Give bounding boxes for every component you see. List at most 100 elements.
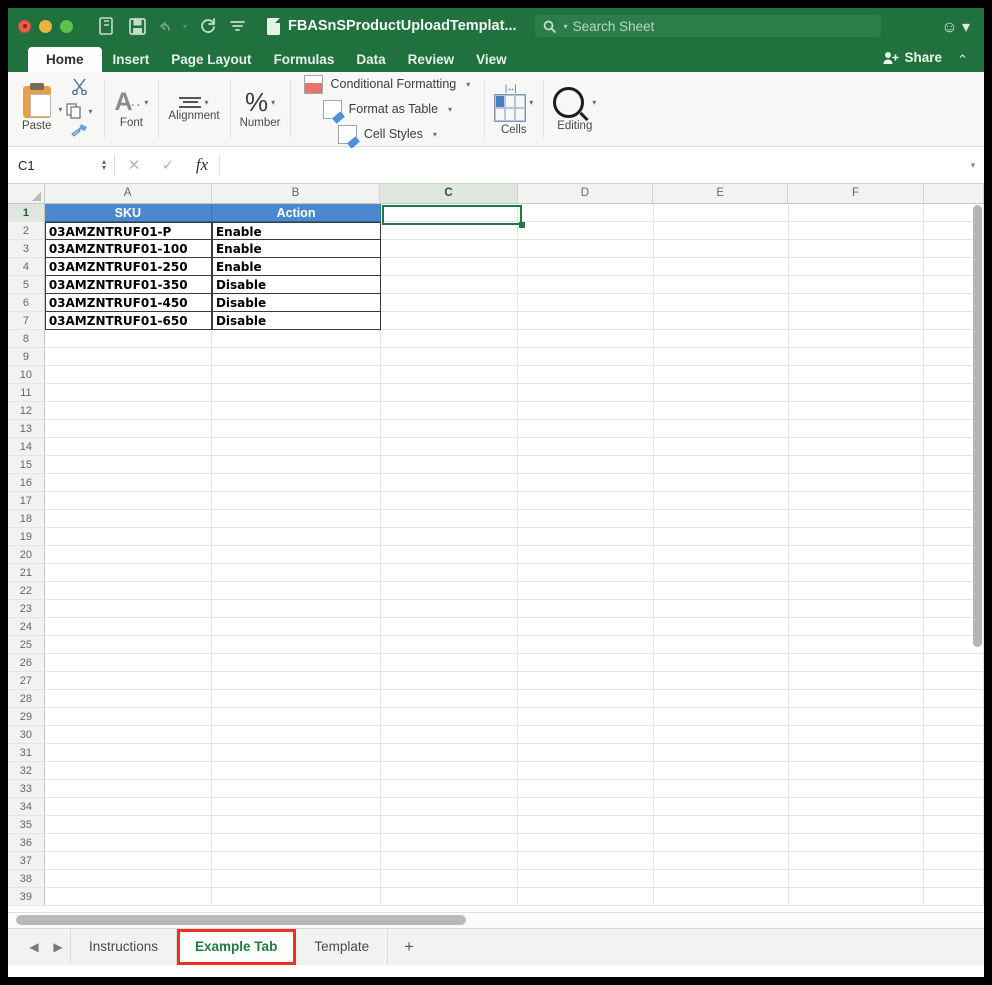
- table-row[interactable]: 12: [8, 402, 984, 420]
- paste-button[interactable]: Paste: [22, 86, 51, 132]
- cell-D4[interactable]: [518, 258, 653, 276]
- name-box[interactable]: C1 ▴▾: [18, 158, 112, 173]
- table-row[interactable]: 15: [8, 456, 984, 474]
- row-header-29[interactable]: 29: [8, 708, 45, 726]
- ribbon-group-editing[interactable]: ▾ Editing: [543, 72, 606, 146]
- row-header-16[interactable]: 16: [8, 474, 45, 492]
- cell-A20[interactable]: [45, 546, 212, 564]
- cell-D10[interactable]: [518, 366, 653, 384]
- cell-A29[interactable]: [45, 708, 212, 726]
- cell-C8[interactable]: [381, 330, 518, 348]
- cell-B26[interactable]: [212, 654, 381, 672]
- cell-G28[interactable]: [924, 690, 984, 708]
- cell-C10[interactable]: [381, 366, 518, 384]
- cell-A5[interactable]: 03AMZNTRUF01-350: [45, 276, 212, 294]
- cell-D32[interactable]: [518, 762, 653, 780]
- cell-E26[interactable]: [654, 654, 789, 672]
- row-header-30[interactable]: 30: [8, 726, 45, 744]
- formula-expand-icon[interactable]: ▾: [962, 160, 984, 171]
- cell-A16[interactable]: [45, 474, 212, 492]
- cell-D28[interactable]: [518, 690, 653, 708]
- next-sheet-icon[interactable]: ▶: [46, 940, 70, 954]
- cell-E34[interactable]: [654, 798, 789, 816]
- grid-rows[interactable]: 1SKUAction203AMZNTRUF01-PEnable303AMZNTR…: [8, 204, 984, 906]
- row-header-31[interactable]: 31: [8, 744, 45, 762]
- cell-D1[interactable]: [518, 204, 653, 222]
- cell-C29[interactable]: [381, 708, 518, 726]
- cell-C11[interactable]: [381, 384, 518, 402]
- table-row[interactable]: 18: [8, 510, 984, 528]
- cell-A31[interactable]: [45, 744, 212, 762]
- cell-A24[interactable]: [45, 618, 212, 636]
- cell-A10[interactable]: [45, 366, 212, 384]
- table-row[interactable]: 38: [8, 870, 984, 888]
- check-icon[interactable]: ✓: [151, 156, 185, 174]
- cell-B35[interactable]: [212, 816, 381, 834]
- cell-E38[interactable]: [654, 870, 789, 888]
- column-header-b[interactable]: B: [212, 184, 381, 203]
- cell-C30[interactable]: [381, 726, 518, 744]
- cell-G37[interactable]: [924, 852, 984, 870]
- cell-C2[interactable]: [381, 222, 518, 240]
- cell-F4[interactable]: [789, 258, 924, 276]
- cell-C6[interactable]: [381, 294, 518, 312]
- row-header-35[interactable]: 35: [8, 816, 45, 834]
- cell-B23[interactable]: [212, 600, 381, 618]
- cell-A22[interactable]: [45, 582, 212, 600]
- table-row[interactable]: 8: [8, 330, 984, 348]
- cell-B25[interactable]: [212, 636, 381, 654]
- cell-E28[interactable]: [654, 690, 789, 708]
- cell-E37[interactable]: [654, 852, 789, 870]
- row-header-26[interactable]: 26: [8, 654, 45, 672]
- table-row[interactable]: 11: [8, 384, 984, 402]
- cell-G32[interactable]: [924, 762, 984, 780]
- cell-F12[interactable]: [789, 402, 924, 420]
- cell-G38[interactable]: [924, 870, 984, 888]
- cell-A28[interactable]: [45, 690, 212, 708]
- tab-home[interactable]: Home: [28, 47, 102, 72]
- cell-A12[interactable]: [45, 402, 212, 420]
- cell-A1[interactable]: SKU: [45, 204, 212, 222]
- copy-button[interactable]: ▾: [66, 103, 92, 119]
- close-window-button[interactable]: [18, 20, 31, 33]
- table-row[interactable]: 19: [8, 528, 984, 546]
- cell-D14[interactable]: [518, 438, 653, 456]
- cell-A18[interactable]: [45, 510, 212, 528]
- row-header-28[interactable]: 28: [8, 690, 45, 708]
- cell-D11[interactable]: [518, 384, 653, 402]
- cell-F7[interactable]: [789, 312, 924, 330]
- cell-F29[interactable]: [789, 708, 924, 726]
- table-row[interactable]: 29: [8, 708, 984, 726]
- row-header-1[interactable]: 1: [8, 204, 45, 222]
- cell-G31[interactable]: [924, 744, 984, 762]
- cell-B2[interactable]: Enable: [212, 222, 381, 240]
- cell-C32[interactable]: [381, 762, 518, 780]
- row-header-13[interactable]: 13: [8, 420, 45, 438]
- editing-dropdown-icon[interactable]: ▾: [592, 98, 596, 107]
- cell-B20[interactable]: [212, 546, 381, 564]
- cell-A39[interactable]: [45, 888, 212, 906]
- table-row[interactable]: 37: [8, 852, 984, 870]
- cell-A7[interactable]: 03AMZNTRUF01-650: [45, 312, 212, 330]
- cell-E36[interactable]: [654, 834, 789, 852]
- cell-A19[interactable]: [45, 528, 212, 546]
- cell-A26[interactable]: [45, 654, 212, 672]
- table-row[interactable]: 35: [8, 816, 984, 834]
- table-row[interactable]: 32: [8, 762, 984, 780]
- cell-E24[interactable]: [654, 618, 789, 636]
- row-header-23[interactable]: 23: [8, 600, 45, 618]
- ribbon-group-number[interactable]: % ▾ Number: [230, 72, 291, 146]
- cell-D23[interactable]: [518, 600, 653, 618]
- cell-B24[interactable]: [212, 618, 381, 636]
- save-icon[interactable]: [129, 18, 146, 35]
- cell-F38[interactable]: [789, 870, 924, 888]
- cell-A35[interactable]: [45, 816, 212, 834]
- cell-A33[interactable]: [45, 780, 212, 798]
- row-header-19[interactable]: 19: [8, 528, 45, 546]
- cell-E5[interactable]: [654, 276, 789, 294]
- cell-C23[interactable]: [381, 600, 518, 618]
- table-row[interactable]: 26: [8, 654, 984, 672]
- cell-A38[interactable]: [45, 870, 212, 888]
- formula-input[interactable]: [219, 154, 962, 176]
- cell-C33[interactable]: [381, 780, 518, 798]
